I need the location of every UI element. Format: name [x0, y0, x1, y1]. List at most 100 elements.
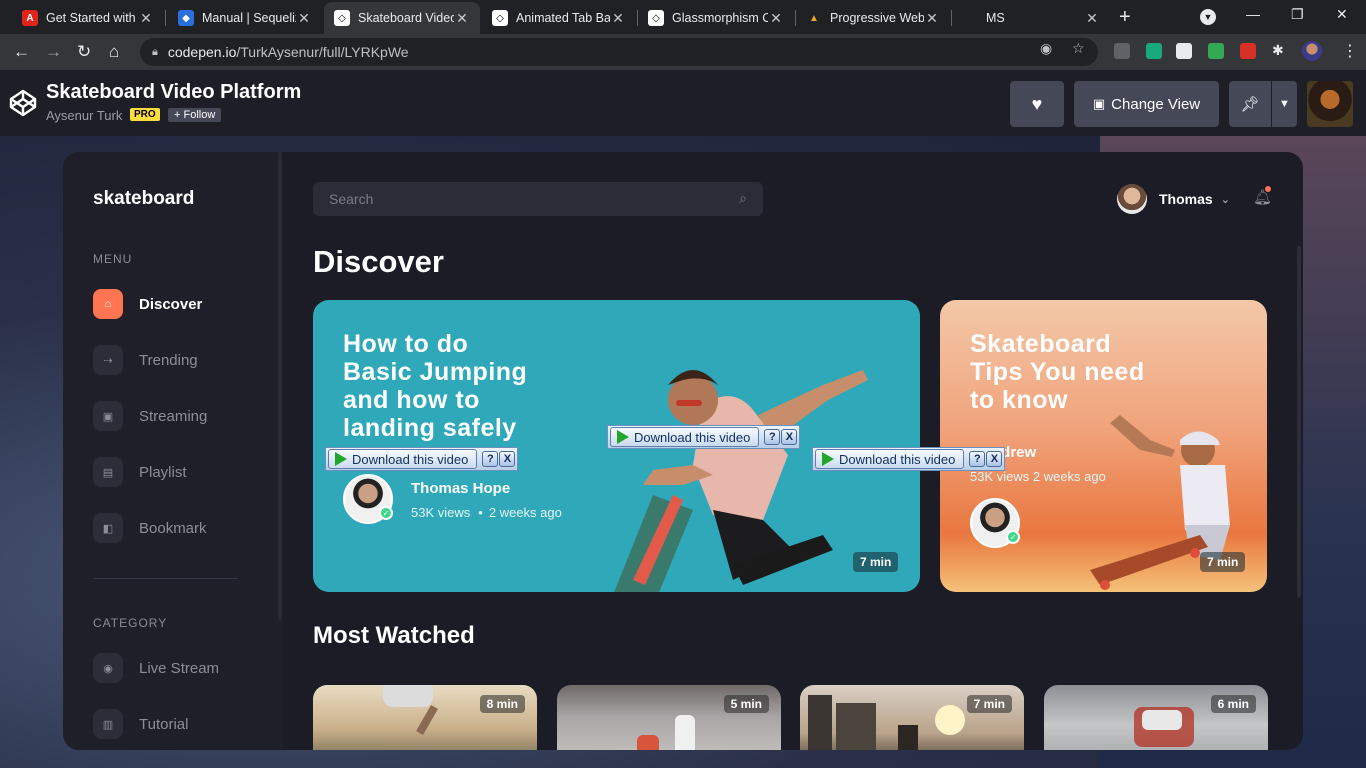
- download-video-bar: Download this video ? X: [325, 447, 519, 471]
- main-scrollbar[interactable]: [1297, 246, 1301, 598]
- close-window-icon[interactable]: ✕: [1336, 6, 1348, 23]
- sidebar-item-live-stream[interactable]: ◉ Live Stream: [93, 653, 219, 683]
- sequelize-icon: ◆: [178, 10, 194, 26]
- extension-green-icon[interactable]: [1146, 43, 1162, 59]
- back-icon[interactable]: ←: [13, 42, 30, 62]
- download-video-button[interactable]: Download this video: [815, 449, 965, 469]
- download-label: Download this video: [839, 451, 956, 467]
- browser-tab[interactable]: ◇ Glassmorphism C ✕: [638, 2, 794, 34]
- close-icon[interactable]: ✕: [924, 10, 940, 27]
- sidebar-item-label: Discover: [139, 295, 203, 313]
- extension-pen-icon[interactable]: [1114, 43, 1130, 59]
- bookmark-star-icon[interactable]: ☆: [1072, 40, 1085, 57]
- browser-tab[interactable]: ▲ Progressive Web ✕: [796, 2, 950, 34]
- user-name: Thomas: [1159, 191, 1213, 207]
- video-thumbnail[interactable]: 7 min: [800, 685, 1024, 750]
- forward-icon[interactable]: →: [45, 42, 62, 62]
- duration-badge: 7 min: [853, 552, 899, 572]
- extension-red-icon[interactable]: [1240, 43, 1256, 59]
- follow-button[interactable]: + Follow: [168, 108, 222, 122]
- sidebar-item-tutorial[interactable]: ▥ Tutorial: [93, 709, 188, 739]
- search-icon[interactable]: ⌕: [739, 190, 747, 207]
- pwa-icon: ▲: [809, 12, 819, 24]
- address-bar[interactable]: 🔒︎ codepen.io/TurkAysenur/full/LYRKpWe: [140, 38, 1098, 66]
- browser-tab[interactable]: MS ✕: [976, 2, 1110, 34]
- video-meta: 53K views 2 weeks ago: [970, 469, 1106, 484]
- close-icon[interactable]: X: [781, 429, 798, 445]
- sidebar-divider: [93, 578, 238, 579]
- pro-badge: PRO: [130, 108, 160, 121]
- close-icon[interactable]: ✕: [610, 10, 626, 27]
- help-icon[interactable]: ?: [764, 429, 781, 445]
- featured-title: Skateboard Tips You need to know: [970, 330, 1145, 414]
- download-video-button[interactable]: Download this video: [610, 427, 760, 447]
- extensions-puzzle-icon[interactable]: ✱: [1272, 42, 1284, 59]
- browser-tab[interactable]: ◆ Manual | Sequeliz ✕: [168, 2, 322, 34]
- video-thumbnail[interactable]: 5 min: [557, 685, 781, 750]
- pin-dropdown-button[interactable]: ▼: [1272, 81, 1297, 127]
- pin-icon: 📌︎: [1240, 96, 1260, 113]
- sidebar-item-trending[interactable]: ⇢ Trending: [93, 345, 198, 375]
- sidebar-item-playlist[interactable]: ▤ Playlist: [93, 457, 187, 487]
- pin-button[interactable]: 📌︎: [1229, 81, 1271, 127]
- user-avatar[interactable]: [1307, 81, 1353, 127]
- close-icon[interactable]: X: [986, 451, 1003, 467]
- tab-title: Skateboard Video: [358, 11, 454, 25]
- home-icon: ⌂: [93, 289, 123, 319]
- video-thumbnail[interactable]: 6 min: [1044, 685, 1268, 750]
- close-icon[interactable]: ✕: [454, 10, 470, 27]
- close-icon[interactable]: ✕: [1084, 10, 1100, 27]
- close-icon[interactable]: ✕: [768, 10, 784, 27]
- help-icon[interactable]: ?: [482, 451, 499, 467]
- sidebar-item-label: Tutorial: [139, 715, 189, 733]
- browser-tab[interactable]: A Get Started with A ✕: [12, 2, 164, 34]
- profile-avatar[interactable]: [1302, 41, 1322, 61]
- search-input[interactable]: Search ⌕: [313, 182, 763, 216]
- download-label: Download this video: [634, 429, 751, 445]
- pen-title: Skateboard Video Platform: [46, 81, 302, 103]
- pen-author[interactable]: Aysenur Turk: [46, 108, 122, 123]
- tab-title: Glassmorphism C: [672, 11, 768, 25]
- close-icon[interactable]: ✕: [138, 10, 154, 27]
- sidebar-item-discover[interactable]: ⌂ Discover: [93, 289, 202, 319]
- restore-icon[interactable]: ❐: [1291, 6, 1304, 23]
- codepen-icon: ◇: [492, 10, 508, 26]
- help-icon[interactable]: ?: [969, 451, 986, 467]
- menu-kebab-icon[interactable]: ⋮: [1342, 41, 1358, 61]
- eye-off-icon[interactable]: ◉: [1040, 40, 1052, 57]
- brand-logo[interactable]: skateboard: [93, 188, 194, 210]
- browser-tab-active[interactable]: ◇ Skateboard Video ✕: [324, 2, 480, 34]
- codepen-logo-icon[interactable]: [8, 88, 38, 118]
- browser-toolbar: ← → ↻ ⌂ 🔒︎ codepen.io/TurkAysenur/full/L…: [0, 34, 1366, 70]
- home-icon[interactable]: ⌂: [109, 42, 119, 62]
- notification-dot: [1265, 186, 1271, 192]
- author-name[interactable]: Thomas Hope: [411, 480, 510, 497]
- like-button[interactable]: ♥: [1010, 81, 1064, 127]
- skateboard-app: skateboard MENU ⌂ Discover ⇢ Trending ▣ …: [63, 152, 1303, 750]
- browser-tab[interactable]: ◇ Animated Tab Bar ✕: [482, 2, 636, 34]
- sidebar-scrollbar[interactable]: [278, 152, 282, 620]
- sidebar-item-label: Playlist: [139, 463, 187, 481]
- minimize-icon[interactable]: —: [1246, 6, 1260, 22]
- featured-video-card[interactable]: Skateboard Tips You need to know ndrew 5…: [940, 300, 1267, 592]
- video-thumbnail[interactable]: 8 min: [313, 685, 537, 750]
- page-title: Discover: [313, 244, 444, 279]
- tab-strip: A Get Started with A ✕ ◆ Manual | Sequel…: [0, 0, 1366, 34]
- section-title: Most Watched: [313, 622, 475, 649]
- sidebar: skateboard MENU ⌂ Discover ⇢ Trending ▣ …: [63, 152, 283, 750]
- extension-notes-icon[interactable]: [1176, 43, 1192, 59]
- reload-icon[interactable]: ↻: [77, 42, 91, 62]
- extension-sheets-icon[interactable]: [1208, 43, 1224, 59]
- user-menu[interactable]: Thomas ⌄: [1117, 184, 1230, 214]
- codepen-icon: ◇: [648, 10, 664, 26]
- tab-title: Progressive Web: [830, 11, 924, 25]
- close-icon[interactable]: ✕: [296, 10, 312, 27]
- tab-search-icon[interactable]: ▼: [1200, 9, 1216, 25]
- change-view-button[interactable]: ▣ Change View: [1074, 81, 1219, 127]
- duration-badge: 7 min: [966, 695, 1012, 713]
- new-tab-plus-icon[interactable]: +: [1119, 6, 1131, 29]
- sidebar-item-streaming[interactable]: ▣ Streaming: [93, 401, 207, 431]
- sidebar-item-bookmark[interactable]: ◧ Bookmark: [93, 513, 207, 543]
- download-video-button[interactable]: Download this video: [328, 449, 478, 469]
- close-icon[interactable]: X: [499, 451, 516, 467]
